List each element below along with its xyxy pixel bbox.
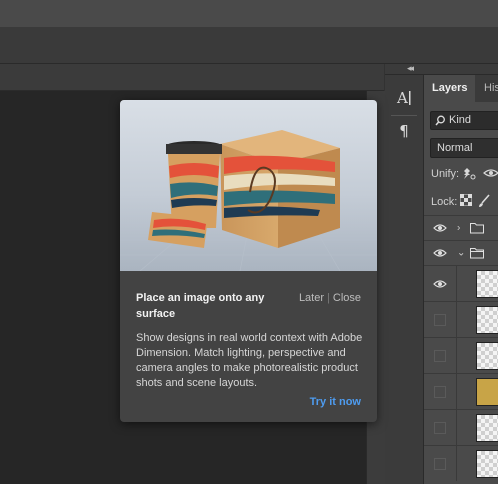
lock-label: Lock: — [431, 196, 458, 208]
pin-icon[interactable] — [461, 167, 477, 181]
search-icon — [435, 115, 445, 126]
eye-icon[interactable] — [433, 248, 447, 258]
try-it-now-link[interactable]: Try it now — [310, 396, 361, 408]
layer-kind-filter[interactable]: Kind — [430, 111, 498, 130]
checkerboard-icon[interactable] — [460, 194, 472, 206]
close-link[interactable]: Close — [333, 292, 361, 304]
layer-row[interactable] — [424, 265, 498, 301]
layer-row[interactable] — [424, 301, 498, 337]
indent-guide — [456, 266, 457, 301]
menu-bar — [0, 0, 498, 28]
tool-divider — [391, 115, 417, 116]
indent-guide — [456, 446, 457, 481]
chevron-down-icon[interactable]: ⌄ — [457, 248, 465, 259]
visibility-toggle[interactable] — [434, 421, 446, 434]
eye-icon[interactable] — [483, 167, 498, 181]
indent-guide — [456, 302, 457, 337]
popup-title: Place an image onto any surface — [136, 292, 265, 320]
layers-panel: Layers His Kind Normal Unify: Lock: › ⌄ — [424, 75, 498, 484]
tab-history[interactable]: His — [476, 75, 498, 102]
eye-icon[interactable] — [433, 279, 447, 289]
tab-layers[interactable]: Layers — [424, 75, 476, 102]
popup-body: Show designs in real world context with … — [136, 332, 363, 389]
layer-thumbnail — [476, 270, 498, 298]
visibility-toggle[interactable] — [434, 385, 446, 398]
later-link[interactable]: Later — [299, 292, 324, 304]
popup-actions: Later | Close — [299, 290, 361, 306]
folder-icon — [470, 223, 484, 234]
collapse-chevron-icon[interactable]: ◂◂ — [407, 63, 414, 74]
layer-thumbnail — [476, 450, 498, 478]
panel-tabs: Layers His — [424, 75, 498, 102]
panel-collapse-strip[interactable]: ◂◂ — [385, 63, 498, 75]
layer-row[interactable] — [424, 445, 498, 481]
panel-icon-column: A ¶ — [385, 75, 424, 484]
layer-row[interactable] — [424, 409, 498, 445]
layer-thumbnail — [476, 414, 498, 442]
layer-row-group-open[interactable]: ⌄ — [424, 240, 498, 265]
visibility-toggle[interactable] — [434, 313, 446, 326]
layer-row-group[interactable]: › — [424, 215, 498, 240]
layer-list: › ⌄ — [424, 215, 498, 481]
chevron-right-icon[interactable]: › — [457, 223, 460, 234]
lock-icons — [460, 194, 490, 208]
brush-icon[interactable] — [478, 194, 490, 208]
action-divider: | — [327, 292, 330, 304]
svg-text:A: A — [396, 89, 408, 107]
blend-mode-select[interactable]: Normal — [430, 138, 498, 158]
visibility-toggle[interactable] — [434, 349, 446, 362]
promo-hero-image — [120, 100, 377, 271]
unify-icons — [461, 167, 498, 181]
document-tab-strip — [0, 64, 384, 91]
options-bar — [0, 28, 498, 64]
indent-guide — [456, 374, 457, 409]
indent-guide — [456, 410, 457, 445]
character-panel-button[interactable]: A — [385, 83, 423, 113]
kind-filter-label: Kind — [449, 114, 472, 126]
layer-thumbnail — [476, 378, 498, 406]
paragraph-panel-button[interactable]: ¶ — [385, 120, 423, 142]
paragraph-icon: ¶ — [399, 122, 409, 140]
character-icon: A — [396, 89, 411, 107]
indent-guide — [456, 338, 457, 373]
visibility-toggle[interactable] — [434, 457, 446, 470]
folder-open-icon — [470, 248, 484, 259]
layer-thumbnail — [476, 342, 498, 370]
unify-label: Unify: — [431, 168, 460, 180]
layer-row[interactable] — [424, 337, 498, 373]
layer-thumbnail — [476, 306, 498, 334]
eye-icon[interactable] — [433, 223, 447, 233]
layer-row[interactable] — [424, 373, 498, 409]
dimension-promo-popup: Place an image onto any surface Later | Cl… — [120, 100, 377, 422]
